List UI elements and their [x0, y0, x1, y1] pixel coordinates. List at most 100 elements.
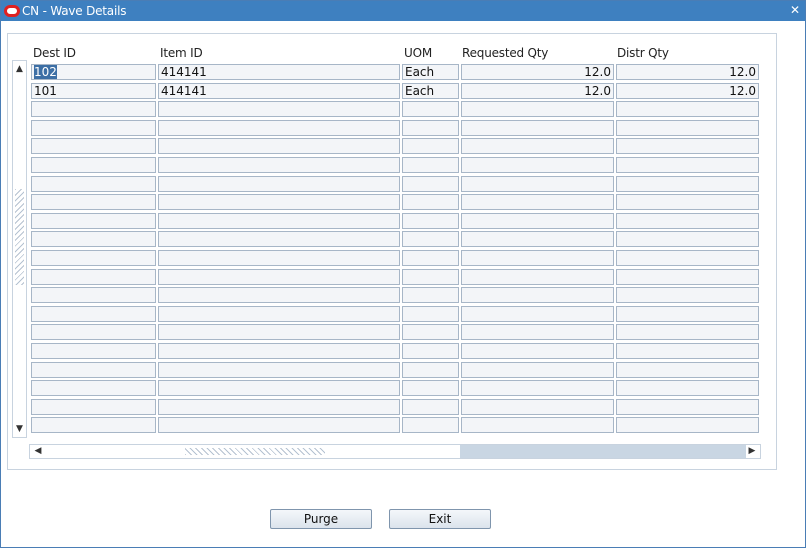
cell-item-id[interactable]: [158, 287, 400, 304]
cell-requested-qty[interactable]: [461, 287, 614, 304]
cell-uom[interactable]: [402, 361, 459, 378]
cell-requested-qty[interactable]: [461, 175, 614, 192]
cell-uom[interactable]: [402, 287, 459, 304]
cell-distr-qty[interactable]: 12.0: [616, 82, 759, 99]
scroll-left-icon[interactable]: ◀: [31, 445, 45, 458]
cell-item-id[interactable]: [158, 194, 400, 211]
scroll-down-icon[interactable]: ▼: [13, 422, 26, 436]
cell-item-id[interactable]: [158, 249, 400, 266]
cell-requested-qty[interactable]: [461, 324, 614, 341]
cell-dest-id[interactable]: [31, 380, 156, 397]
cell-dest-id[interactable]: [31, 156, 156, 173]
cell-dest-id[interactable]: [31, 417, 156, 434]
cell-requested-qty[interactable]: [461, 138, 614, 155]
cell-requested-qty[interactable]: [461, 119, 614, 136]
cell-uom[interactable]: [402, 138, 459, 155]
cell-requested-qty[interactable]: [461, 398, 614, 415]
cell-requested-qty[interactable]: [461, 361, 614, 378]
cell-distr-qty[interactable]: [616, 249, 759, 266]
cell-distr-qty[interactable]: [616, 156, 759, 173]
cell-distr-qty[interactable]: [616, 342, 759, 359]
cell-uom[interactable]: [402, 324, 459, 341]
cell-requested-qty[interactable]: [461, 101, 614, 118]
vertical-scrollbar[interactable]: ▲ ▼: [12, 60, 27, 438]
cell-uom[interactable]: [402, 175, 459, 192]
cell-uom[interactable]: [402, 231, 459, 248]
cell-dest-id[interactable]: [31, 361, 156, 378]
cell-uom[interactable]: [402, 305, 459, 322]
cell-item-id[interactable]: [158, 268, 400, 285]
cell-requested-qty[interactable]: [461, 249, 614, 266]
cell-item-id[interactable]: [158, 101, 400, 118]
cell-item-id[interactable]: [158, 380, 400, 397]
cell-dest-id[interactable]: [31, 231, 156, 248]
cell-item-id[interactable]: [158, 342, 400, 359]
cell-distr-qty[interactable]: [616, 398, 759, 415]
cell-item-id[interactable]: [158, 156, 400, 173]
cell-item-id[interactable]: [158, 361, 400, 378]
cell-requested-qty[interactable]: [461, 380, 614, 397]
cell-distr-qty[interactable]: [616, 324, 759, 341]
cell-requested-qty[interactable]: [461, 417, 614, 434]
cell-uom[interactable]: [402, 268, 459, 285]
cell-dest-id[interactable]: [31, 398, 156, 415]
cell-dest-id[interactable]: [31, 101, 156, 118]
scroll-thumb[interactable]: [460, 445, 746, 458]
cell-distr-qty[interactable]: [616, 361, 759, 378]
cell-item-id[interactable]: [158, 305, 400, 322]
cell-item-id[interactable]: [158, 119, 400, 136]
cell-distr-qty[interactable]: [616, 175, 759, 192]
scroll-right-icon[interactable]: ▶: [745, 445, 759, 458]
purge-button[interactable]: Purge: [270, 509, 372, 529]
cell-item-id[interactable]: [158, 138, 400, 155]
cell-uom[interactable]: Each: [402, 82, 459, 99]
cell-dest-id[interactable]: [31, 268, 156, 285]
cell-distr-qty[interactable]: 12.0: [616, 64, 759, 80]
cell-distr-qty[interactable]: [616, 417, 759, 434]
cell-uom[interactable]: [402, 156, 459, 173]
cell-uom[interactable]: [402, 398, 459, 415]
cell-item-id[interactable]: [158, 175, 400, 192]
cell-distr-qty[interactable]: [616, 101, 759, 118]
cell-item-id[interactable]: [158, 398, 400, 415]
cell-uom[interactable]: [402, 380, 459, 397]
cell-distr-qty[interactable]: [616, 380, 759, 397]
cell-dest-id[interactable]: [31, 194, 156, 211]
cell-dest-id[interactable]: [31, 138, 156, 155]
cell-dest-id[interactable]: 101: [31, 82, 156, 99]
cell-distr-qty[interactable]: [616, 268, 759, 285]
cell-dest-id[interactable]: [31, 212, 156, 229]
scroll-grip[interactable]: [15, 189, 24, 285]
cell-requested-qty[interactable]: [461, 342, 614, 359]
cell-distr-qty[interactable]: [616, 231, 759, 248]
cell-dest-id[interactable]: [31, 287, 156, 304]
cell-distr-qty[interactable]: [616, 138, 759, 155]
cell-item-id[interactable]: [158, 212, 400, 229]
cell-dest-id[interactable]: 102: [31, 64, 156, 80]
cell-requested-qty[interactable]: [461, 268, 614, 285]
cell-distr-qty[interactable]: [616, 287, 759, 304]
cell-requested-qty[interactable]: [461, 231, 614, 248]
horizontal-scrollbar[interactable]: ◀ ▶: [29, 444, 761, 459]
scroll-grip-horizontal[interactable]: [185, 448, 325, 455]
cell-uom[interactable]: [402, 249, 459, 266]
cell-requested-qty[interactable]: [461, 212, 614, 229]
cell-uom[interactable]: [402, 417, 459, 434]
cell-uom[interactable]: [402, 342, 459, 359]
cell-uom[interactable]: [402, 101, 459, 118]
cell-distr-qty[interactable]: [616, 119, 759, 136]
cell-dest-id[interactable]: [31, 175, 156, 192]
cell-uom[interactable]: Each: [402, 64, 459, 80]
scroll-up-icon[interactable]: ▲: [13, 62, 26, 76]
close-icon[interactable]: ✕: [789, 4, 801, 16]
cell-distr-qty[interactable]: [616, 305, 759, 322]
cell-dest-id[interactable]: [31, 249, 156, 266]
cell-dest-id[interactable]: [31, 342, 156, 359]
cell-distr-qty[interactable]: [616, 212, 759, 229]
cell-requested-qty[interactable]: [461, 305, 614, 322]
exit-button[interactable]: Exit: [389, 509, 491, 529]
cell-dest-id[interactable]: [31, 324, 156, 341]
cell-item-id[interactable]: 414141: [158, 64, 400, 80]
cell-dest-id[interactable]: [31, 305, 156, 322]
cell-requested-qty[interactable]: 12.0: [461, 82, 614, 99]
